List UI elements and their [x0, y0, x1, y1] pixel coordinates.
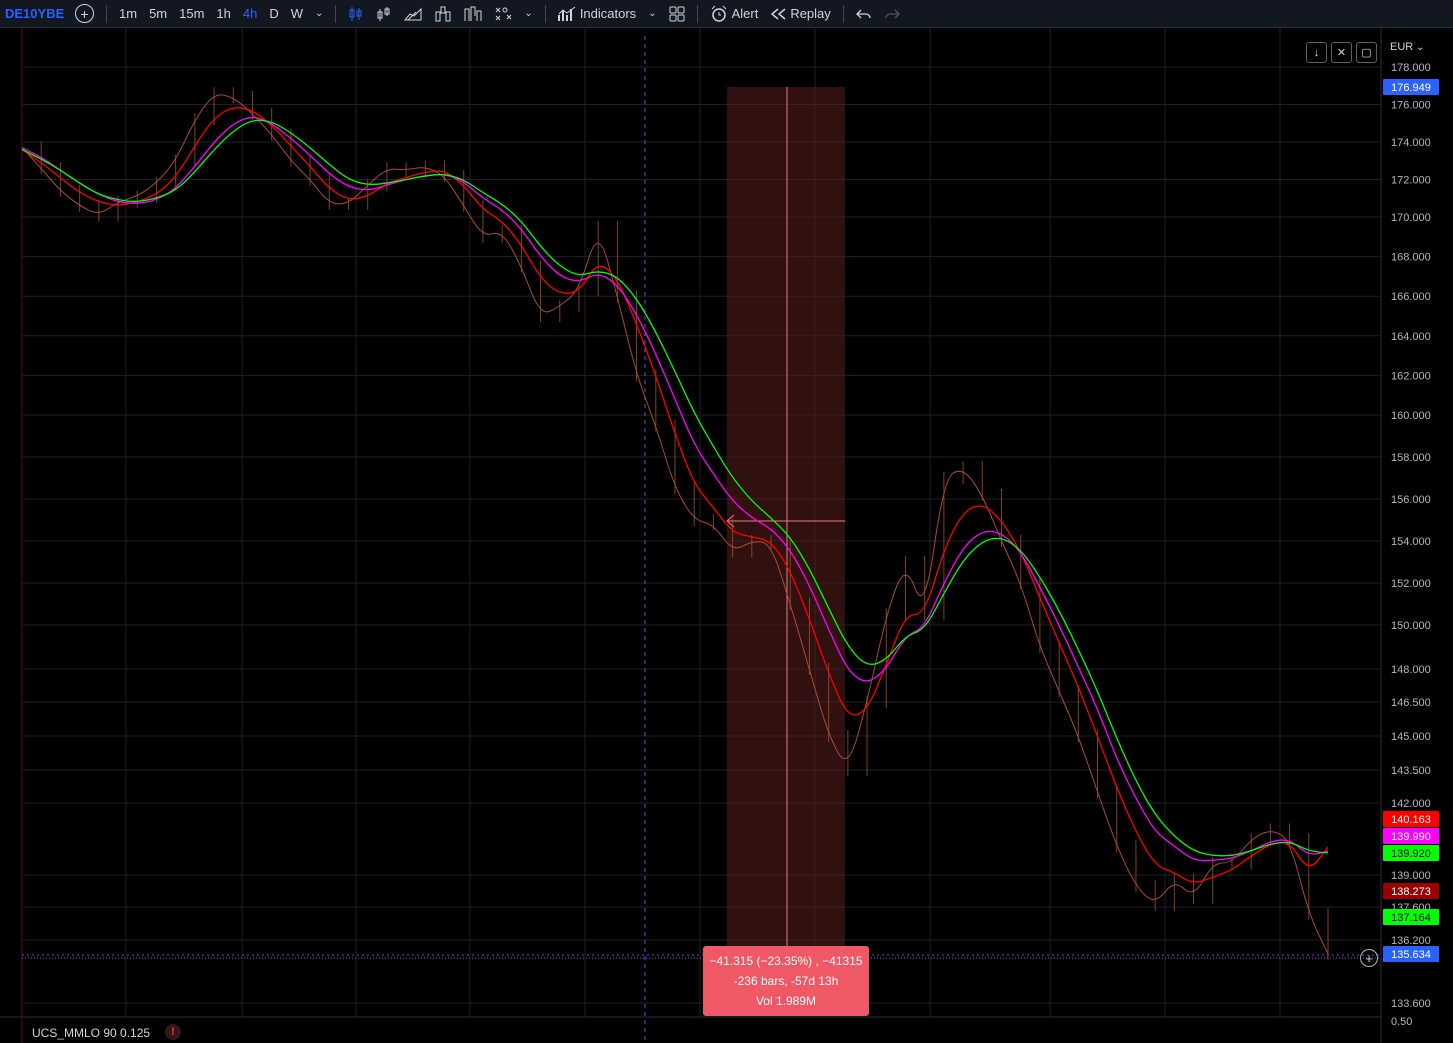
alert-label: Alert [732, 6, 759, 21]
interval-1m[interactable]: 1m [113, 0, 143, 27]
indicators-icon [558, 6, 576, 22]
price-tag-label: 176.949 [1391, 82, 1431, 94]
indicators-label: Indicators [580, 6, 636, 21]
currency-selector[interactable]: EUR ⌄ [1390, 41, 1424, 53]
measure-range-shade [727, 87, 845, 946]
measure-bars-duration: -236 bars, -57d 13h [734, 971, 839, 991]
toolbar-divider [545, 5, 546, 23]
scroll-down-icon[interactable]: ↓ [1306, 42, 1327, 63]
price-tick-label: 136.200 [1391, 935, 1431, 947]
area-chart-type-icon[interactable] [398, 0, 428, 27]
price-tick-label: 174.000 [1391, 137, 1431, 149]
alert-button[interactable]: Alert [704, 0, 765, 27]
indicators-button[interactable]: Indicators [552, 0, 642, 27]
interval-15m[interactable]: 15m [173, 0, 210, 27]
measure-volume: Vol 1.989M [756, 991, 816, 1011]
interval-W[interactable]: W [285, 0, 309, 27]
collapse-icon[interactable]: ✕ [1331, 42, 1352, 63]
indicators-dropdown-chevron-icon[interactable]: ⌄ [642, 0, 662, 27]
replay-label: Replay [790, 6, 830, 21]
alarm-clock-icon [710, 5, 728, 23]
price-tick-label: 0.50 [1391, 1016, 1412, 1028]
price-tick-label: 168.000 [1391, 252, 1431, 264]
price-tick-label: 176.000 [1391, 100, 1431, 112]
compare-symbol-plus-icon[interactable]: + [75, 4, 94, 23]
interval-D[interactable]: D [263, 0, 284, 27]
price-tag-label: 139.990 [1391, 831, 1431, 843]
price-tag-label: 135.634 [1391, 949, 1431, 961]
price-tick-label: 154.000 [1391, 536, 1431, 548]
currency-label: EUR [1390, 41, 1413, 53]
toolbar-divider [335, 5, 336, 23]
maximize-pane-icon[interactable]: ▢ [1356, 42, 1377, 63]
chart-type-dropdown-chevron-icon[interactable]: ⌄ [518, 0, 538, 27]
layout-grid-icon[interactable] [663, 0, 691, 27]
series-line-0 [22, 95, 1328, 954]
price-tag-label: 139.920 [1391, 848, 1431, 860]
price-tick-label: 148.000 [1391, 664, 1431, 676]
price-tick-label: 139.000 [1391, 870, 1431, 882]
interval-group: 1m5m15m1h4hDW [113, 0, 309, 27]
price-tag-label: 140.163 [1391, 814, 1431, 826]
undo-icon[interactable] [850, 0, 878, 27]
price-tag-label: 138.273 [1391, 886, 1431, 898]
price-tick-label: 160.000 [1391, 410, 1431, 422]
bars-chart-type-icon[interactable] [428, 0, 458, 27]
price-tick-label: 152.000 [1391, 578, 1431, 590]
hollow-candles-chart-type-icon[interactable] [370, 0, 398, 27]
renko-chart-type-icon[interactable] [458, 0, 488, 27]
redo-icon[interactable] [878, 0, 906, 27]
price-tick-label: 150.000 [1391, 620, 1431, 632]
add-price-line-plus-icon[interactable]: + [1360, 949, 1378, 967]
price-tag-label: 137.164 [1391, 912, 1431, 924]
toolbar-divider [697, 5, 698, 23]
series-line-1 [22, 108, 1328, 882]
price-tick-label: 162.000 [1391, 370, 1431, 382]
interval-4h[interactable]: 4h [237, 0, 263, 27]
price-tick-label: 145.000 [1391, 731, 1431, 743]
price-chart[interactable]: 178.000 176.000 174.000 172.000 170.000 168.0… [0, 28, 1453, 1043]
measure-tooltip: −41.315 (−23.35%) , −41315 -236 bars, -5… [703, 946, 869, 1016]
indicator-legend[interactable]: UCS_MMLO 90 0.125 [32, 1026, 150, 1040]
top-toolbar: DE10YBE + 1m5m15m1h4hDW ⌄ ⌄ Indicators ⌄… [0, 0, 1453, 28]
price-tick-label: 170.000 [1391, 212, 1431, 224]
toolbar-divider [843, 5, 844, 23]
warning-icon[interactable]: ! [165, 1024, 181, 1040]
price-tick-label: 166.000 [1391, 291, 1431, 303]
price-tick-label: 156.000 [1391, 494, 1431, 506]
interval-dropdown-chevron-icon[interactable]: ⌄ [309, 0, 329, 27]
price-tick-label: 146.500 [1391, 697, 1431, 709]
replay-button[interactable]: Replay [764, 0, 836, 27]
measure-price-change: −41.315 (−23.35%) , −41315 [709, 951, 862, 971]
interval-5m[interactable]: 5m [143, 0, 173, 27]
interval-1h[interactable]: 1h [210, 0, 236, 27]
point-figure-chart-type-icon[interactable] [488, 0, 518, 27]
price-tick-label: 172.000 [1391, 175, 1431, 187]
rewind-icon [770, 7, 786, 21]
symbol-search[interactable]: DE10YBE [0, 6, 69, 21]
price-tick-label: 178.000 [1391, 62, 1431, 74]
candles-chart-type-icon[interactable] [342, 0, 370, 27]
price-tick-label: 143.500 [1391, 765, 1431, 777]
toolbar-divider [106, 5, 107, 23]
price-tick-label: 164.000 [1391, 331, 1431, 343]
price-tick-label: 142.000 [1391, 798, 1431, 810]
price-tick-label: 133.600 [1391, 998, 1431, 1010]
price-tick-label: 158.000 [1391, 452, 1431, 464]
